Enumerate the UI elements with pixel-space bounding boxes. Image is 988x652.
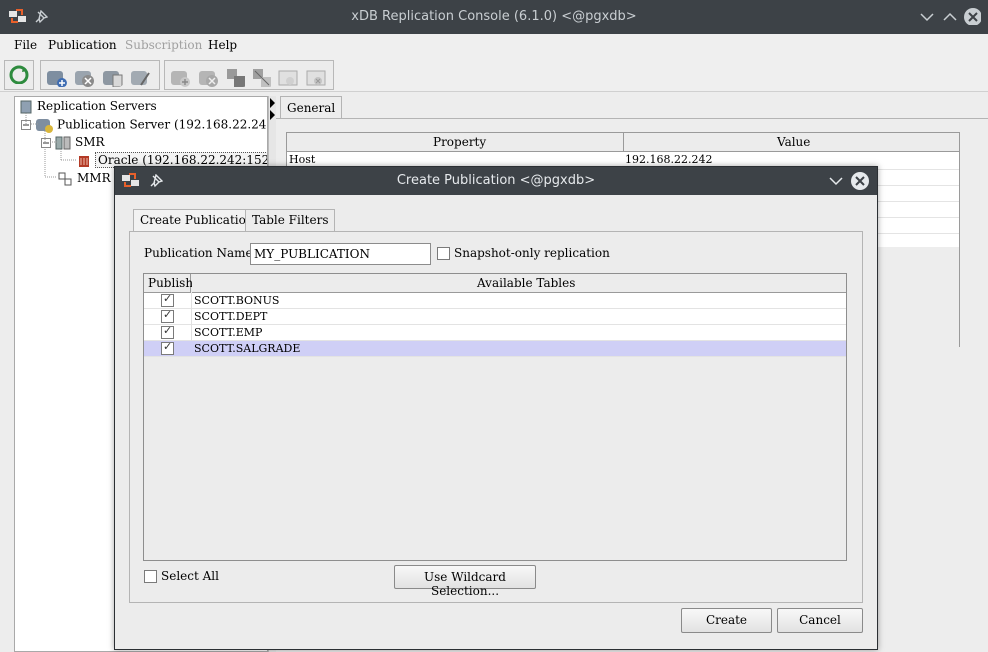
window-titlebar: xDB Replication Console (6.1.0) <@pgxdb> bbox=[0, 0, 988, 34]
cancel-button[interactable]: Cancel bbox=[777, 608, 863, 633]
snapshot-only-checkbox[interactable] bbox=[437, 247, 450, 260]
header-value: Value bbox=[777, 135, 811, 149]
publication-name-input[interactable]: MY_PUBLICATION bbox=[250, 243, 431, 265]
dialog-minimize-icon[interactable] bbox=[827, 172, 845, 190]
toolbar bbox=[0, 58, 988, 92]
add-publication-icon[interactable] bbox=[45, 67, 67, 87]
publish-checkbox[interactable] bbox=[161, 292, 174, 307]
menu-subscription[interactable]: Subscription bbox=[125, 38, 202, 52]
header-publish: Publish bbox=[144, 274, 193, 293]
select-all-checkbox[interactable] bbox=[144, 570, 157, 583]
add-subscription-icon[interactable] bbox=[169, 67, 191, 87]
create-publication-dialog: Create Publication <@pgxdb> Create Publi… bbox=[114, 166, 878, 650]
menu-help[interactable]: Help bbox=[208, 38, 237, 52]
menubar: File Publication Subscription Help bbox=[0, 34, 988, 58]
table-name: SCOTT.BONUS bbox=[194, 294, 280, 307]
select-all-label: Select All bbox=[161, 569, 219, 583]
publish-checkbox[interactable] bbox=[161, 324, 174, 339]
subscription-extra-icon-2[interactable] bbox=[305, 67, 327, 87]
menu-file[interactable]: File bbox=[14, 38, 37, 52]
publication-properties-icon[interactable] bbox=[101, 67, 123, 87]
toolbar-group-refresh bbox=[4, 60, 34, 90]
tab-general[interactable]: General bbox=[280, 96, 343, 118]
subscription-extra-icon-1[interactable] bbox=[277, 67, 299, 87]
table-row[interactable]: SCOTT.DEPT bbox=[144, 308, 846, 325]
publication-config-icon[interactable] bbox=[129, 67, 151, 87]
tab-create-publication[interactable]: Create Publication bbox=[133, 209, 261, 231]
subscription-properties-icon[interactable] bbox=[225, 67, 247, 87]
table-row-selected[interactable]: SCOTT.SALGRADE bbox=[144, 340, 846, 357]
publication-name-label: Publication Name bbox=[144, 246, 253, 260]
subscription-config-icon[interactable] bbox=[251, 67, 273, 87]
toolbar-group-subscription bbox=[164, 60, 334, 90]
table-row[interactable]: SCOTT.EMP bbox=[144, 324, 846, 341]
menu-publication[interactable]: Publication bbox=[48, 38, 117, 52]
remove-publication-icon[interactable] bbox=[73, 67, 95, 87]
snapshot-only-label: Snapshot-only replication bbox=[454, 246, 610, 260]
header-property: Property bbox=[433, 135, 487, 149]
minimize-icon[interactable] bbox=[918, 8, 936, 26]
tab-divider bbox=[276, 118, 988, 119]
window-title: xDB Replication Console (6.1.0) <@pgxdb> bbox=[351, 9, 637, 24]
dialog-titlebar: Create Publication <@pgxdb> bbox=[115, 167, 877, 195]
wildcard-selection-button[interactable]: Use Wildcard Selection... bbox=[394, 565, 536, 598]
table-row[interactable]: SCOTT.BONUS bbox=[144, 292, 846, 309]
properties-header: Property Value bbox=[287, 133, 959, 152]
create-button[interactable]: Create bbox=[681, 608, 772, 633]
dialog-close-icon[interactable] bbox=[850, 171, 870, 191]
header-available-tables: Available Tables bbox=[192, 274, 846, 293]
table-name: SCOTT.DEPT bbox=[194, 310, 268, 323]
dialog-title: Create Publication <@pgxdb> bbox=[396, 173, 596, 188]
refresh-icon[interactable] bbox=[8, 64, 30, 84]
tab-table-filters[interactable]: Table Filters bbox=[245, 209, 336, 231]
maximize-icon[interactable] bbox=[941, 8, 959, 26]
remove-subscription-icon[interactable] bbox=[197, 67, 219, 87]
tables-table: Publish Available Tables SCOTT.BONUS SCO… bbox=[143, 273, 847, 561]
table-name: SCOTT.EMP bbox=[194, 326, 263, 339]
close-icon[interactable] bbox=[963, 7, 981, 25]
publish-checkbox[interactable] bbox=[161, 340, 174, 355]
table-name: SCOTT.SALGRADE bbox=[194, 342, 301, 355]
property-host: Host bbox=[289, 153, 316, 166]
publish-checkbox[interactable] bbox=[161, 308, 174, 323]
value-host: 192.168.22.242 bbox=[625, 153, 713, 166]
toolbar-group-publication bbox=[40, 60, 160, 90]
